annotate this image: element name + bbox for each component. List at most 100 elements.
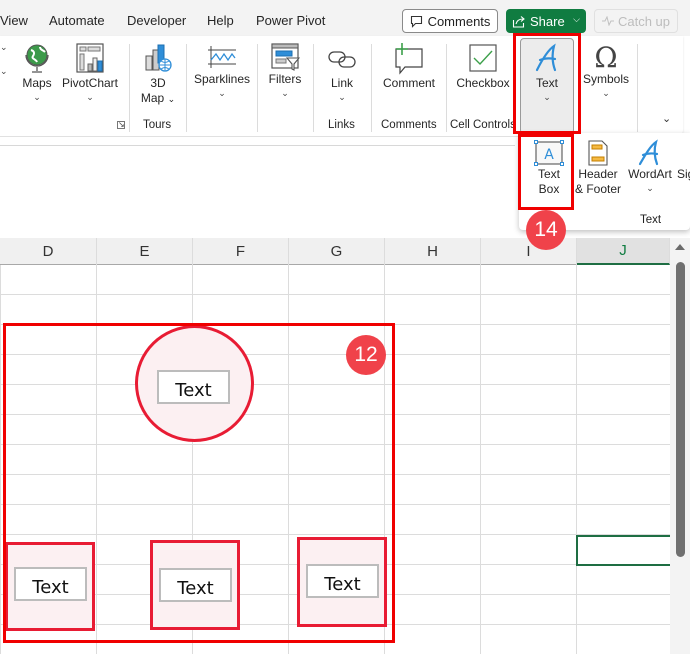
3d-map-label-line2-wrap: Map ⌄ (136, 91, 180, 107)
menu-bar: View Automate Developer Help Power Pivot… (0, 0, 690, 36)
header-footer-button[interactable]: Header & Footer (573, 139, 623, 197)
pivotchart-button[interactable]: PivotChart ⌄ (61, 42, 119, 103)
checkbox-button[interactable]: Checkbox (452, 42, 514, 91)
svg-text:Ω: Ω (594, 42, 617, 72)
catch-up-label: Catch up (617, 13, 671, 29)
signature-line-label: Sig (677, 167, 690, 181)
group-label-links: Links (328, 119, 355, 131)
symbols-label: Symbols (582, 72, 629, 86)
ribbon: ⌄ ⌄ Maps ⌄ PivotChart ⌄ ↘ 3D Map ⌄ Tours… (0, 36, 683, 136)
comments-button-label: Comments (427, 13, 491, 29)
column-header-j[interactable]: J (577, 238, 670, 265)
column-headers: D E F G H I J (0, 238, 670, 265)
link-label: Link (330, 76, 353, 90)
comment-bubble-icon (410, 15, 422, 28)
chevron-down-icon: ⌄ (33, 92, 41, 102)
group-separator (371, 44, 372, 132)
3d-map-icon (145, 44, 172, 72)
chevron-down-icon[interactable]: ⌄ (0, 42, 8, 53)
tab-help[interactable]: Help (207, 13, 234, 28)
text-box[interactable]: Text (306, 564, 379, 598)
group-separator (257, 44, 258, 132)
svg-text:A: A (544, 147, 554, 163)
text-button-label: Text (535, 76, 558, 90)
maps-label: Maps (22, 76, 52, 90)
3d-map-button[interactable]: 3D Map ⌄ (136, 42, 180, 107)
chevron-down-icon: ⌄ (543, 92, 551, 102)
column-header-f[interactable]: F (193, 238, 289, 265)
share-button[interactable]: Share ⌵ (506, 9, 586, 33)
share-dropdown-chevron-icon[interactable]: ⌵ (573, 14, 580, 25)
chevron-down-icon: ⌄ (646, 183, 654, 193)
group-label-text: Text (640, 214, 662, 226)
text-box[interactable]: Text (14, 567, 87, 601)
new-comment-button[interactable]: Comment (377, 42, 441, 91)
pivotchart-label: PivotChart (61, 76, 119, 90)
tab-developer[interactable]: Developer (127, 13, 186, 28)
group-label-cell-controls: Cell Controls (450, 119, 516, 131)
maps-button[interactable]: Maps ⌄ (18, 42, 56, 103)
chevron-down-icon[interactable]: ⌄ (0, 66, 8, 77)
symbols-button[interactable]: Ω Symbols ⌄ (580, 42, 632, 99)
tab-power-pivot[interactable]: Power Pivot (256, 13, 325, 28)
header-footer-icon (588, 140, 608, 166)
catch-up-button[interactable]: Catch up (594, 9, 678, 33)
new-comment-icon (395, 43, 423, 75)
chevron-down-icon: ⌄ (167, 94, 176, 104)
ribbon-collapse-chevron-icon[interactable]: ⌄ (662, 112, 671, 125)
tab-view[interactable]: View (0, 13, 28, 28)
chevron-down-icon: ⌄ (86, 92, 94, 102)
share-button-label: Share (530, 13, 565, 29)
dialog-launcher-icon[interactable]: ↘ (117, 121, 125, 129)
text-box[interactable]: Text (157, 370, 230, 404)
checkbox-label: Checkbox (456, 76, 510, 90)
column-header-e[interactable]: E (97, 238, 193, 265)
sparklines-button[interactable]: Sparklines ⌄ (192, 42, 252, 99)
scroll-up-arrow-icon[interactable] (675, 244, 685, 250)
divider (0, 145, 515, 146)
column-header-h[interactable]: H (385, 238, 481, 265)
group-separator (129, 44, 130, 132)
active-cell[interactable] (576, 535, 670, 566)
comment-label: Comment (382, 76, 435, 90)
link-button[interactable]: Link ⌄ (320, 42, 364, 103)
scrollbar-thumb[interactable] (676, 262, 685, 557)
header-footer-label-line2: & Footer (574, 182, 622, 196)
link-icon (328, 51, 356, 68)
signature-line-button[interactable]: Sig (677, 167, 690, 182)
group-separator (313, 44, 314, 132)
sparklines-label: Sparklines (193, 72, 251, 86)
step-badge-14: 14 (526, 210, 566, 250)
group-separator (446, 44, 447, 132)
text-box-label-line2: Box (538, 182, 560, 196)
globe-icon (25, 44, 49, 73)
comments-button[interactable]: Comments (402, 9, 498, 33)
share-icon (512, 15, 525, 28)
text-box[interactable]: Text (159, 568, 232, 602)
vertical-scrollbar[interactable] (670, 238, 690, 654)
filters-label: Filters (268, 72, 302, 86)
text-box-button[interactable]: A Text Box (523, 139, 575, 197)
activity-pulse-icon (601, 16, 614, 26)
text-box-label-line1: Text (537, 167, 560, 181)
chevron-down-icon: ⌄ (602, 88, 610, 98)
filter-icon (271, 43, 300, 71)
text-group-button[interactable]: Text ⌄ (520, 38, 574, 134)
sparkline-icon (208, 46, 236, 68)
3d-map-label-line2: Map (140, 91, 165, 105)
group-label-tours: Tours (143, 119, 172, 131)
text-box-icon: A (534, 140, 564, 166)
chevron-down-icon: ⌄ (281, 88, 289, 98)
tab-automate[interactable]: Automate (49, 13, 105, 28)
filters-button[interactable]: Filters ⌄ (264, 42, 306, 99)
omega-icon: Ω (594, 42, 617, 72)
group-separator (186, 44, 187, 132)
wordart-button[interactable]: WordArt ⌄ (625, 139, 675, 194)
column-header-g[interactable]: G (289, 238, 385, 265)
column-header-i[interactable]: I (481, 238, 577, 265)
wordart-icon (638, 139, 659, 166)
column-header-d[interactable]: D (0, 238, 97, 265)
pivotchart-icon (76, 43, 104, 73)
chevron-down-icon: ⌄ (338, 92, 346, 102)
chevron-down-icon: ⌄ (218, 88, 226, 98)
